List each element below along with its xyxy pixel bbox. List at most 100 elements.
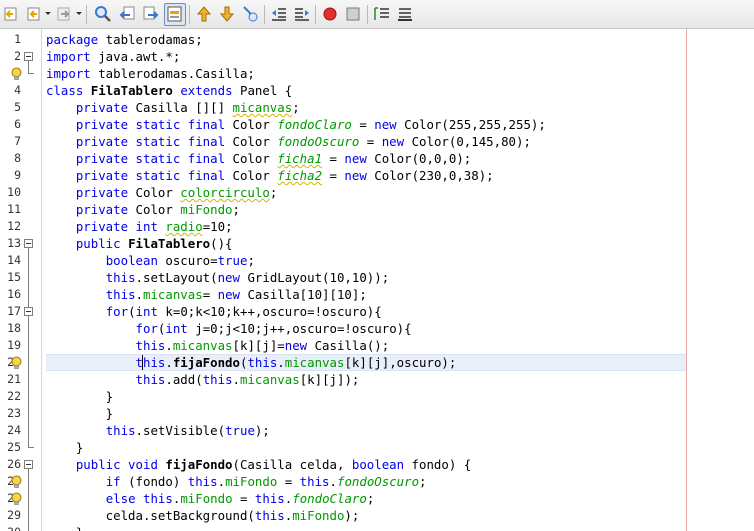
code-token: fijaFondo xyxy=(165,457,233,472)
hint-lightbulb-icon[interactable] xyxy=(10,355,23,369)
code-token: package xyxy=(46,32,99,47)
code-line[interactable]: class FilaTablero extends Panel { xyxy=(46,82,292,99)
toggle-highlight-icon[interactable] xyxy=(166,5,184,23)
line-number: 10 xyxy=(7,185,21,199)
code-token: this xyxy=(135,338,166,353)
code-token: java.awt.*; xyxy=(90,49,181,64)
code-token: } xyxy=(46,406,114,421)
line-number: 4 xyxy=(14,83,21,97)
code-token: ; xyxy=(269,185,278,200)
line-number: 24 xyxy=(7,423,21,437)
fold-toggle-icon[interactable] xyxy=(24,307,33,316)
code-line[interactable]: } xyxy=(46,439,83,456)
code-line[interactable]: else this.miFondo = this.fondoClaro; xyxy=(46,490,375,507)
code-token: miFondo xyxy=(225,474,278,489)
code-line[interactable]: this.micanvas= new Casilla[10][10]; xyxy=(46,286,367,303)
code-token: micanvas xyxy=(232,100,293,115)
code-token: miFondo xyxy=(292,508,345,523)
code-token: this xyxy=(105,270,136,285)
editor-toolbar xyxy=(0,0,754,29)
code-line[interactable]: } xyxy=(46,405,113,422)
code-token: tablerodamas; xyxy=(98,32,203,47)
code-token: micanvas xyxy=(172,338,233,353)
code-token: miFondo xyxy=(180,202,233,217)
code-token: new xyxy=(344,168,367,183)
stop-macro-icon[interactable] xyxy=(344,5,362,23)
code-line[interactable]: this.setVisible(true); xyxy=(46,422,270,439)
hint-lightbulb-icon[interactable] xyxy=(10,491,23,505)
code-line[interactable]: for(int k=0;k<10;k++,oscuro=!oscuro){ xyxy=(46,303,382,320)
code-line[interactable]: private static final Color ficha1 = new … xyxy=(46,150,471,167)
code-line[interactable]: import java.awt.*; xyxy=(46,48,180,65)
toolbar-separator xyxy=(86,5,87,24)
code-token: private static final xyxy=(75,117,226,132)
code-token: . xyxy=(135,287,143,302)
code-line[interactable]: public void fijaFondo(Casilla celda, boo… xyxy=(46,456,471,473)
code-token: import xyxy=(46,49,91,64)
code-line[interactable]: celda.setBackground(this.miFondo); xyxy=(46,507,360,524)
shift-left-icon[interactable] xyxy=(270,5,288,23)
code-line[interactable]: public FilaTablero(){ xyxy=(46,235,233,252)
code-token: new xyxy=(217,287,240,302)
line-number: 1 xyxy=(14,32,21,46)
code-line[interactable]: if (fondo) this.miFondo = this.fondoOscu… xyxy=(46,473,427,490)
last-edit-icon[interactable] xyxy=(25,5,43,23)
line-number-gutter[interactable]: 1234567891011121314151617181920212223242… xyxy=(0,29,42,531)
code-token: (fondo) xyxy=(120,474,188,489)
code-line[interactable]: private Casilla [][] micanvas; xyxy=(46,99,300,116)
comment-icon[interactable] xyxy=(373,5,391,23)
code-line[interactable]: private Color colorcirculo; xyxy=(46,184,277,201)
code-line[interactable]: } xyxy=(46,388,113,405)
code-line[interactable]: this.add(this.micanvas[k][j]); xyxy=(46,371,360,388)
code-line[interactable]: private Color miFondo; xyxy=(46,201,240,218)
fold-guide xyxy=(28,469,29,531)
code-token: } xyxy=(46,389,114,404)
hint-lightbulb-icon[interactable] xyxy=(10,66,23,80)
code-line[interactable]: this.setLayout(new GridLayout(10,10)); xyxy=(46,269,390,286)
start-macro-icon[interactable] xyxy=(321,5,339,23)
code-line[interactable]: private static final Color ficha2 = new … xyxy=(46,167,494,184)
fold-toggle-icon[interactable] xyxy=(24,239,33,248)
code-token: = xyxy=(277,474,300,489)
text-caret xyxy=(142,355,143,370)
code-token: FilaTablero xyxy=(90,83,173,98)
code-line[interactable]: private static final Color fondoOscuro =… xyxy=(46,133,531,150)
code-line[interactable]: for(int j=0;j<10;j++,oscuro=!oscuro){ xyxy=(46,320,412,337)
code-token: ficha1 xyxy=(277,151,323,166)
fold-toggle-icon[interactable] xyxy=(24,52,33,61)
code-token: class xyxy=(46,83,84,98)
back-icon[interactable] xyxy=(3,5,21,23)
code-line[interactable]: private static final Color fondoClaro = … xyxy=(46,116,546,133)
code-line[interactable]: } xyxy=(46,524,83,531)
previous-bookmark-icon[interactable] xyxy=(195,5,213,23)
code-line[interactable]: boolean oscuro=true; xyxy=(46,252,255,269)
code-line[interactable]: package tablerodamas; xyxy=(46,31,203,48)
toolbar-separator xyxy=(189,5,190,24)
find-next-icon[interactable] xyxy=(142,5,160,23)
code-token: fijaFondo xyxy=(172,355,240,370)
toggle-bookmark-icon[interactable] xyxy=(241,5,259,23)
shift-right-icon[interactable] xyxy=(293,5,311,23)
code-token: Color xyxy=(225,134,278,149)
code-line[interactable]: this.micanvas[k][j]=new Casilla(); xyxy=(46,337,390,354)
code-line[interactable]: private int radio=10; xyxy=(46,218,233,235)
code-token: Casilla [][] xyxy=(128,100,233,115)
code-token: Color(255,255,255); xyxy=(396,117,546,132)
last-edit-dropdown-icon[interactable] xyxy=(45,12,51,15)
line-number: 29 xyxy=(7,508,21,522)
code-token: fondoClaro xyxy=(292,491,367,506)
hint-lightbulb-icon[interactable] xyxy=(10,474,23,488)
forward-icon[interactable] xyxy=(56,5,74,23)
fold-toggle-icon[interactable] xyxy=(24,460,33,469)
code-line[interactable]: import tablerodamas.Casilla; xyxy=(46,65,255,82)
code-line[interactable]: this.fijaFondo(this.micanvas[k][j],oscur… xyxy=(46,354,457,371)
code-token: Color xyxy=(128,202,181,217)
next-bookmark-icon[interactable] xyxy=(218,5,236,23)
code-token: private int xyxy=(75,219,158,234)
forward-dropdown-icon[interactable] xyxy=(76,12,82,15)
find-icon[interactable] xyxy=(94,5,112,23)
find-previous-icon[interactable] xyxy=(118,5,136,23)
uncomment-icon[interactable] xyxy=(396,5,414,23)
